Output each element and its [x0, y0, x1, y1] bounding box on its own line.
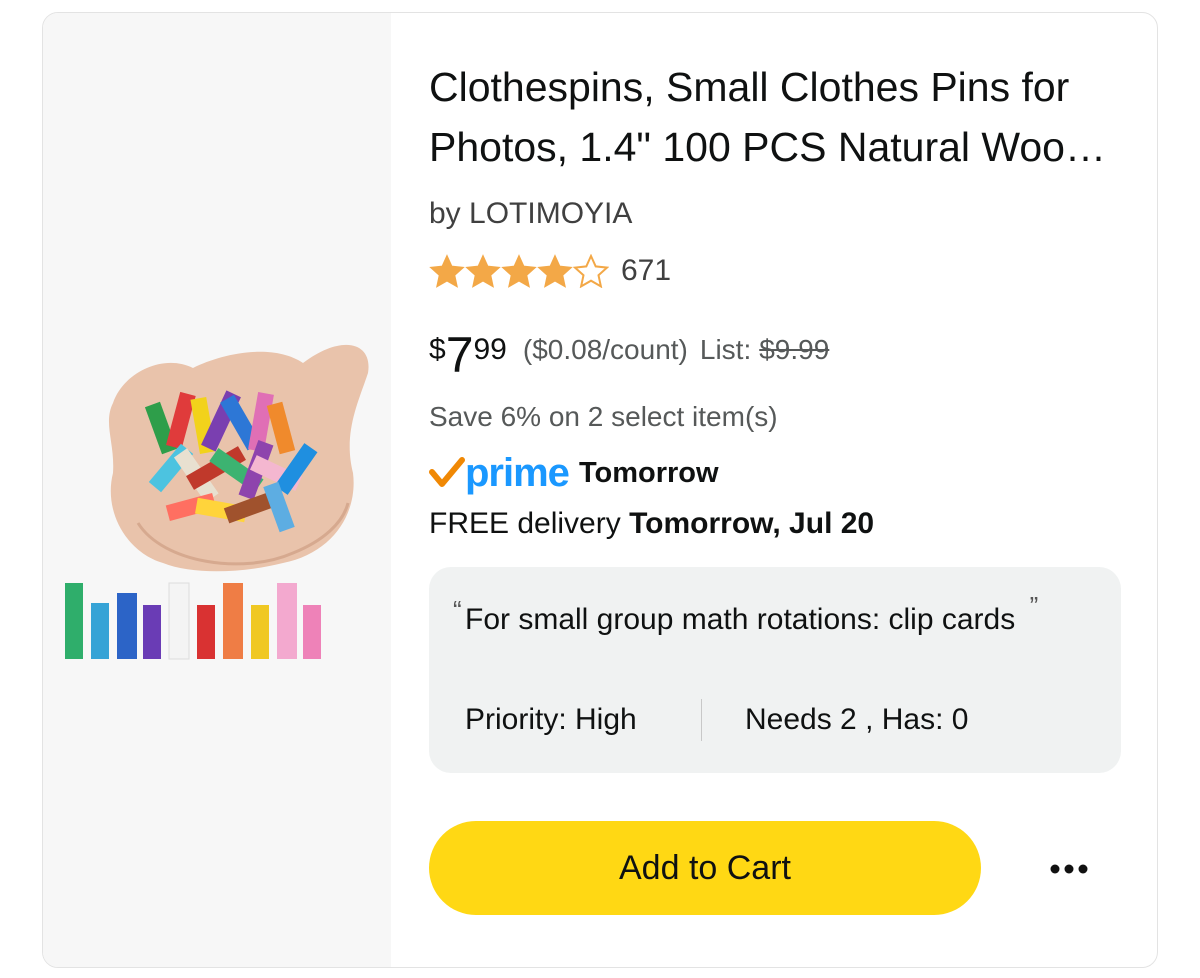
unit-price: ($0.08/count) [522, 334, 688, 365]
priority-label: Priority: High [465, 703, 637, 736]
list-price: $9.99 [759, 334, 830, 365]
delivery-prefix: FREE delivery [429, 507, 621, 540]
price-symbol: $ [429, 333, 446, 366]
open-quote-icon: “ [453, 595, 462, 625]
needs-has-label: Needs 2 , Has: 0 [745, 703, 969, 736]
close-quote-icon: ” [1029, 591, 1039, 621]
note-comment-text: For small group math rotations: clip car… [465, 603, 1016, 636]
rating-count[interactable]: 671 [621, 254, 671, 288]
brand-name[interactable]: by LOTIMOYIA [429, 197, 632, 231]
savings-text[interactable]: Save 6% on 2 select item(s) [429, 401, 778, 433]
price-fraction: 99 [473, 333, 507, 366]
rating-row[interactable]: 671 [429, 251, 671, 291]
prime-logo: prime [429, 451, 570, 495]
list-note-box: “ For small group math rotations: clip c… [429, 567, 1121, 773]
list-price-label: List: [699, 334, 752, 365]
add-to-cart-button[interactable]: Add to Cart [429, 821, 981, 915]
product-card: Clothespins, Small Clothes Pins for Phot… [42, 12, 1158, 968]
product-image[interactable] [43, 13, 391, 967]
price-row: $ 7 99 ($0.08/count) List: $9.99 [429, 325, 829, 385]
delivery-info: FREE delivery Tomorrow, Jul 20 [429, 507, 874, 541]
stars-icon [429, 254, 609, 288]
prime-delivery-day: Tomorrow [578, 456, 719, 489]
price: $ 7 99 [429, 325, 507, 385]
clothespins-photo [65, 344, 369, 660]
note-comment: “ For small group math rotations: clip c… [453, 591, 1065, 643]
delivery-date: Tomorrow, Jul 20 [629, 507, 875, 540]
star-rating [429, 254, 609, 288]
prime-check-icon [429, 457, 465, 487]
product-title[interactable]: Clothespins, Small Clothes Pins for Phot… [429, 57, 1119, 177]
price-whole: 7 [445, 327, 474, 383]
note-divider [701, 699, 702, 741]
more-horizontal-icon [1050, 864, 1088, 874]
prime-row: prime Tomorrow [429, 451, 719, 495]
prime-wordmark: prime [465, 451, 570, 495]
more-options-button[interactable] [1029, 849, 1109, 889]
